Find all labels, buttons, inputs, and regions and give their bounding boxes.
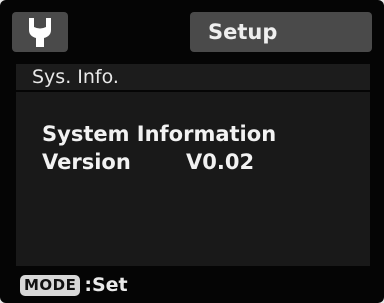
set-label: :Set [84,274,128,296]
version-label: Version [42,150,131,174]
system-information-title: System Information [42,122,277,146]
camera-screen: Setup Sys. Info. System Information Vers… [0,0,384,303]
section-title: Sys. Info. [32,66,119,88]
info-panel: System Information Version V0.02 [16,92,370,266]
tab-setup-label: Setup [208,20,278,44]
mode-button[interactable]: MODE [20,274,81,296]
top-bar: Setup [12,10,372,54]
bottom-bar: MODE :Set [20,272,128,298]
section-header: Sys. Info. [16,64,370,90]
wrench-icon [29,18,51,47]
tab-setup[interactable]: Setup [190,12,372,52]
tool-tab[interactable] [12,12,68,52]
version-value: V0.02 [186,150,255,174]
